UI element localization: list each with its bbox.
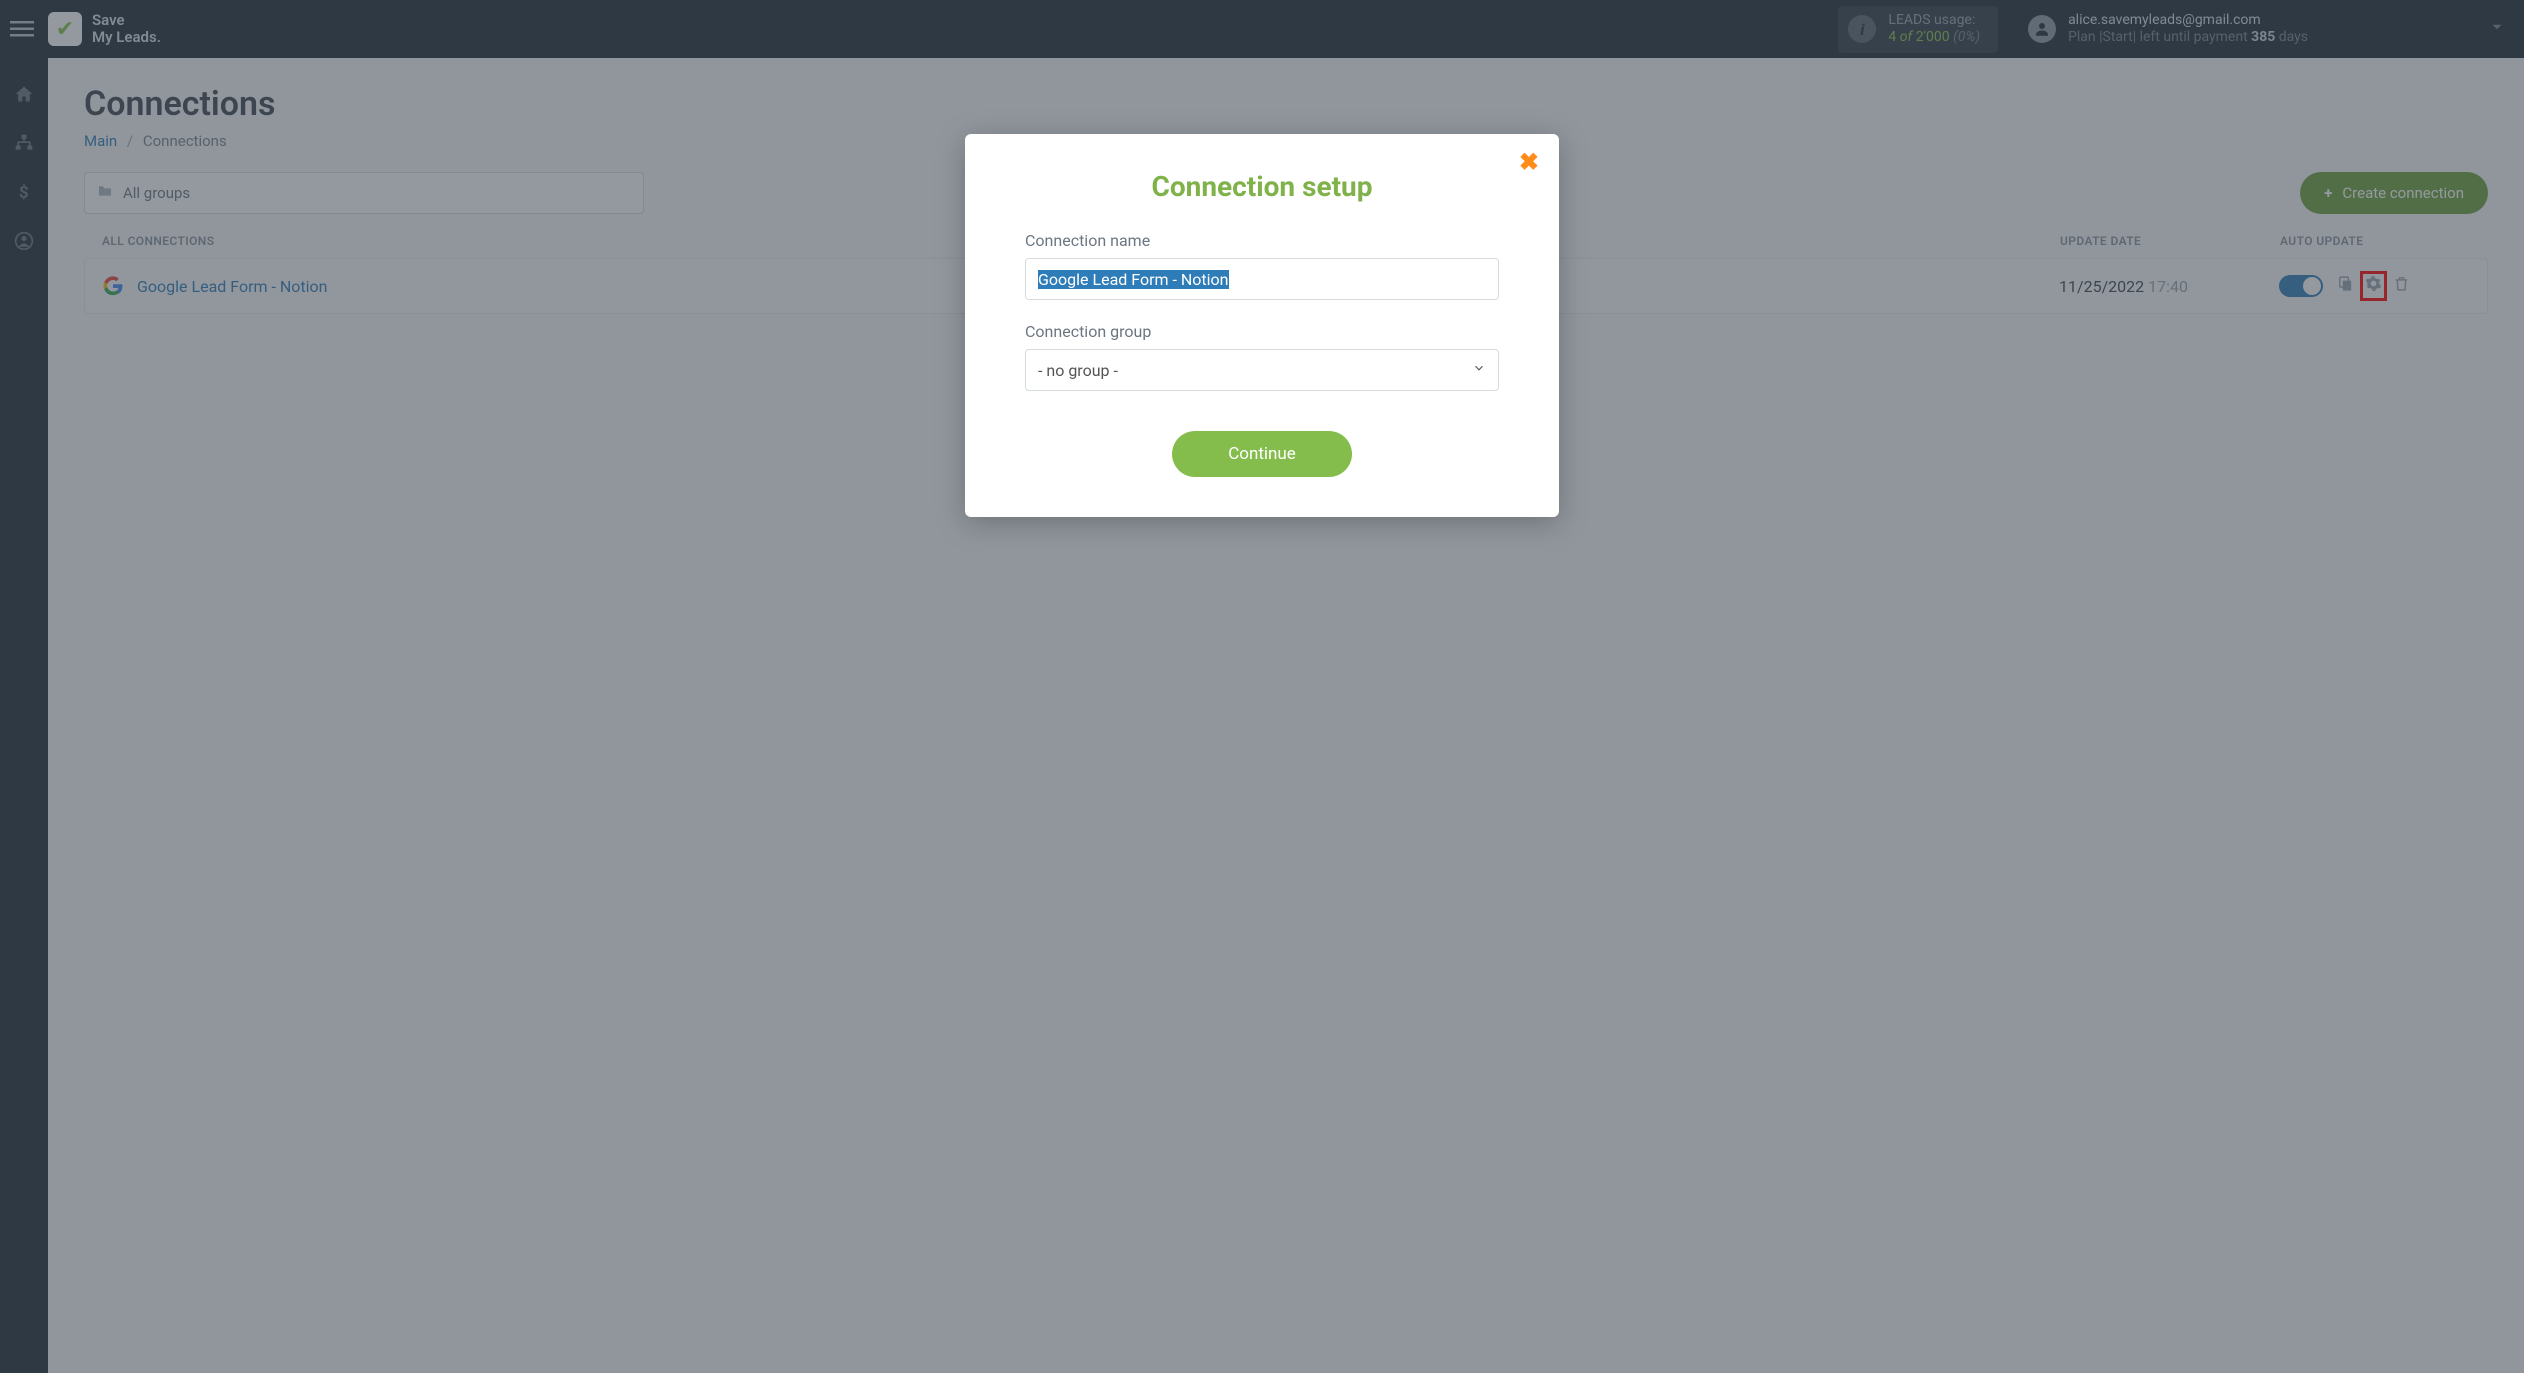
connection-setup-modal: ✖ Connection setup Connection name Googl…: [965, 134, 1559, 517]
modal-overlay[interactable]: ✖ Connection setup Connection name Googl…: [0, 0, 2524, 1373]
connection-name-label: Connection name: [1025, 231, 1499, 250]
chevron-down-icon: [1472, 361, 1486, 379]
modal-title: Connection setup: [1025, 170, 1499, 203]
connection-name-input[interactable]: Google Lead Form - Notion: [1025, 258, 1499, 300]
connection-group-label: Connection group: [1025, 322, 1499, 341]
connection-group-select[interactable]: - no group -: [1025, 349, 1499, 391]
continue-button[interactable]: Continue: [1172, 431, 1352, 477]
close-icon[interactable]: ✖: [1519, 148, 1539, 176]
